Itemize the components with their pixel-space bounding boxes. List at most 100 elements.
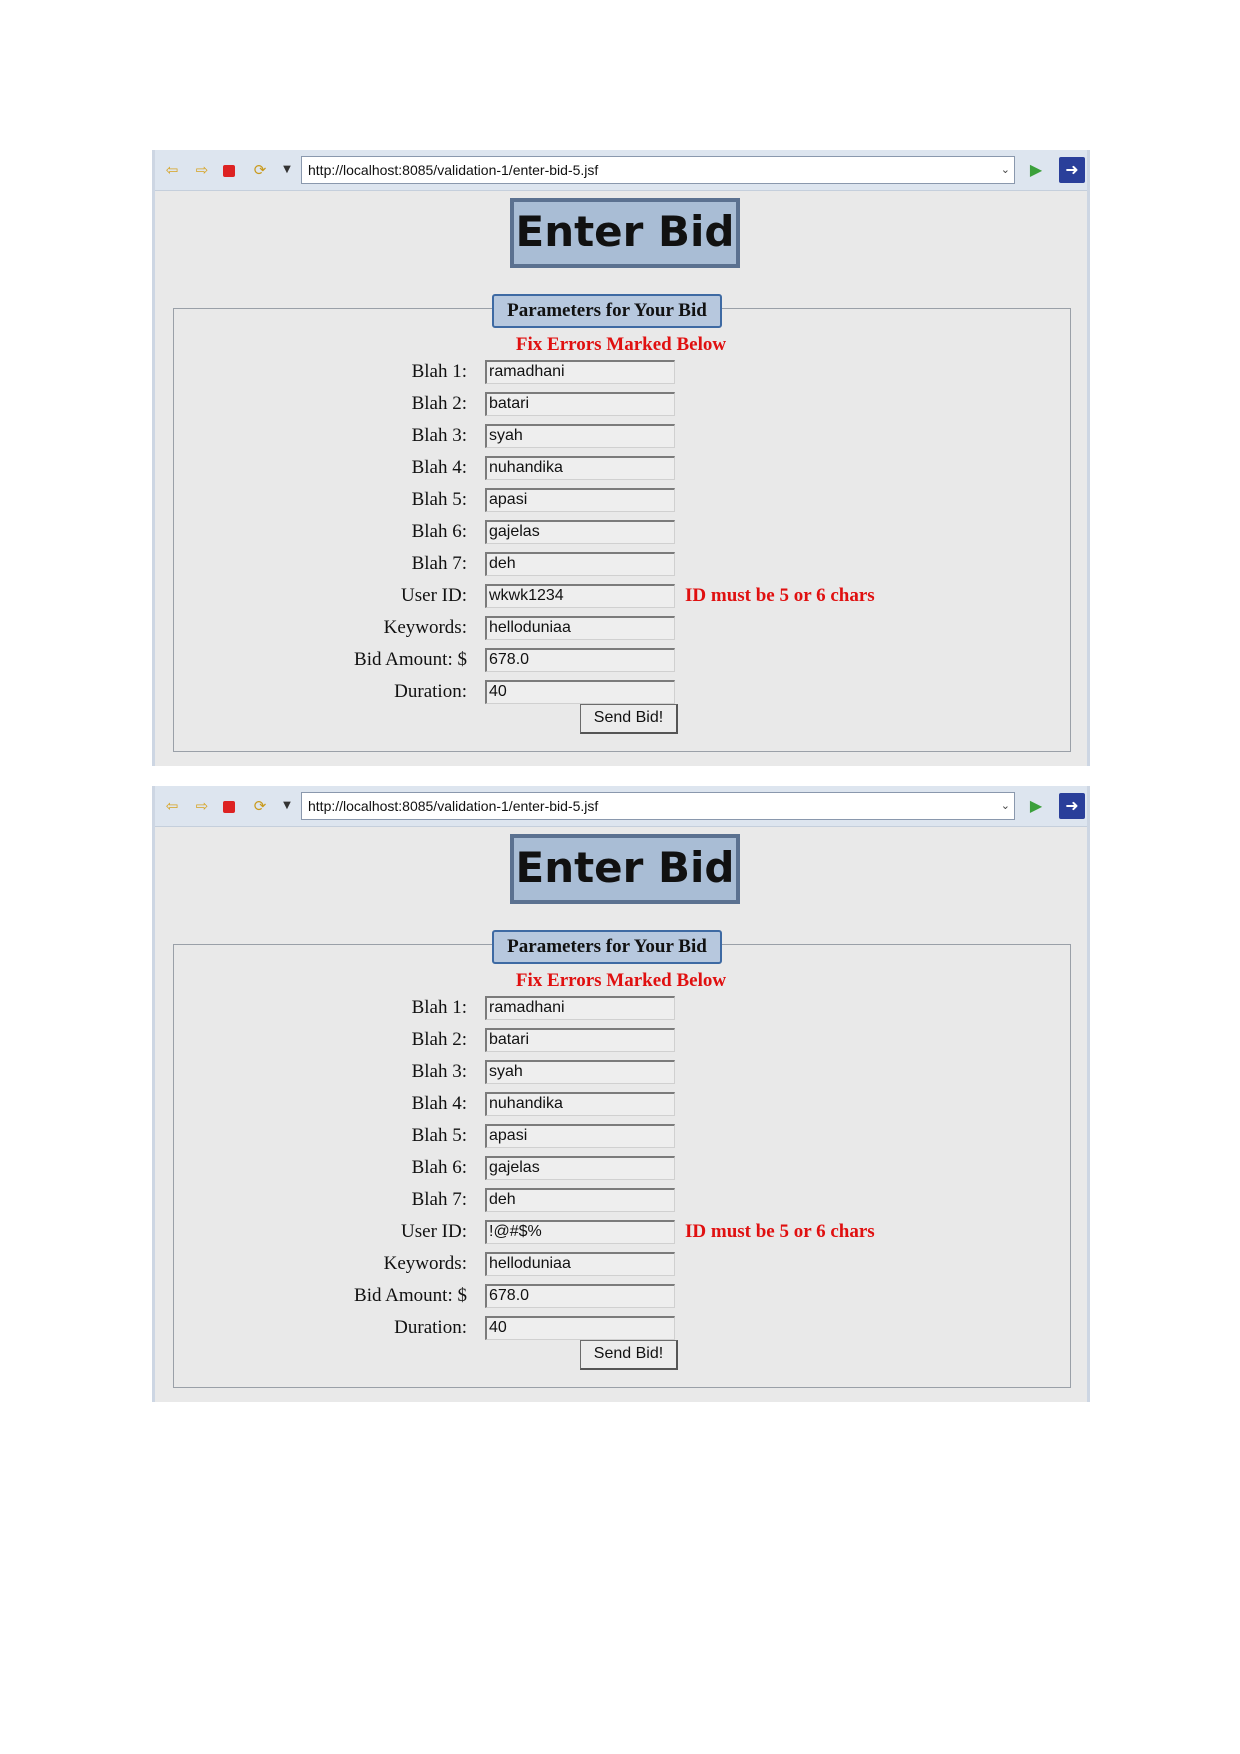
field-label: Blah 1: bbox=[411, 361, 467, 382]
field-label: Blah 7: bbox=[411, 553, 467, 574]
browser-screenshot-1: ⇦ ⇨ ⟳ ▼ http://localhost:8085/validation… bbox=[152, 150, 1090, 766]
form-row-user-id: User ID: wkwk1234 ID must be 5 or 6 char… bbox=[155, 582, 1087, 610]
blah1-input[interactable]: ramadhani bbox=[485, 360, 675, 384]
field-label: Duration: bbox=[394, 1317, 467, 1338]
page-title: Enter Bid bbox=[510, 198, 740, 268]
keywords-input[interactable]: helloduniaa bbox=[485, 616, 675, 640]
field-label: Bid Amount: $ bbox=[354, 649, 467, 670]
url-text: http://localhost:8085/validation-1/enter… bbox=[308, 162, 599, 178]
browser-toolbar: ⇦ ⇨ ⟳ ▼ http://localhost:8085/validation… bbox=[155, 786, 1087, 827]
field-label: Blah 7: bbox=[411, 1189, 467, 1210]
refresh-icon[interactable]: ⟳ bbox=[251, 798, 269, 814]
dropdown-arrow-icon[interactable]: ▼ bbox=[278, 162, 296, 178]
chevron-down-icon[interactable]: ⌄ bbox=[1001, 157, 1010, 183]
url-input[interactable]: http://localhost:8085/validation-1/enter… bbox=[301, 792, 1015, 820]
fieldset-legend: Parameters for Your Bid bbox=[492, 294, 722, 328]
blah3-input[interactable]: syah bbox=[485, 1060, 675, 1084]
form-row-blah4: Blah 4: nuhandika bbox=[155, 1090, 1087, 1118]
blah6-input[interactable]: gajelas bbox=[485, 520, 675, 544]
form-row-blah2: Blah 2: batari bbox=[155, 390, 1087, 418]
keywords-input[interactable]: helloduniaa bbox=[485, 1252, 675, 1276]
form-row-duration: Duration: 40 bbox=[155, 1314, 1087, 1342]
form-row-blah7: Blah 7: deh bbox=[155, 550, 1087, 578]
bid-amount-input[interactable]: 678.0 bbox=[485, 1284, 675, 1308]
user-id-input[interactable]: wkwk1234 bbox=[485, 584, 675, 608]
blah1-input[interactable]: ramadhani bbox=[485, 996, 675, 1020]
field-label: User ID: bbox=[401, 1221, 467, 1242]
url-input[interactable]: http://localhost:8085/validation-1/enter… bbox=[301, 156, 1015, 184]
form-row-blah2: Blah 2: batari bbox=[155, 1026, 1087, 1054]
send-bid-button[interactable]: Send Bid! bbox=[580, 1340, 678, 1370]
field-label: Blah 4: bbox=[411, 457, 467, 478]
field-label: Blah 5: bbox=[411, 1125, 467, 1146]
duration-input[interactable]: 40 bbox=[485, 680, 675, 704]
form-row-blah6: Blah 6: gajelas bbox=[155, 518, 1087, 546]
field-label: Blah 3: bbox=[411, 425, 467, 446]
field-label: Keywords: bbox=[383, 1253, 467, 1274]
form-row-blah5: Blah 5: apasi bbox=[155, 486, 1087, 514]
blah4-input[interactable]: nuhandika bbox=[485, 1092, 675, 1116]
browser-toolbar: ⇦ ⇨ ⟳ ▼ http://localhost:8085/validation… bbox=[155, 150, 1087, 191]
user-id-error-message: ID must be 5 or 6 chars bbox=[685, 585, 875, 606]
field-label: User ID: bbox=[401, 585, 467, 606]
blah3-input[interactable]: syah bbox=[485, 424, 675, 448]
form-row-keywords: Keywords: helloduniaa bbox=[155, 1250, 1087, 1278]
go-icon[interactable]: ▶ bbox=[1027, 798, 1045, 814]
blah7-input[interactable]: deh bbox=[485, 1188, 675, 1212]
field-label: Blah 6: bbox=[411, 1157, 467, 1178]
field-label: Blah 2: bbox=[411, 393, 467, 414]
error-heading: Fix Errors Marked Below bbox=[515, 334, 727, 355]
page-title: Enter Bid bbox=[510, 834, 740, 904]
chevron-down-icon[interactable]: ⌄ bbox=[1001, 793, 1010, 819]
user-id-error-message: ID must be 5 or 6 chars bbox=[685, 1221, 875, 1242]
form-row-duration: Duration: 40 bbox=[155, 678, 1087, 706]
blah4-input[interactable]: nuhandika bbox=[485, 456, 675, 480]
back-arrow-icon[interactable]: ⇦ bbox=[163, 162, 181, 178]
blah2-input[interactable]: batari bbox=[485, 392, 675, 416]
back-arrow-icon[interactable]: ⇦ bbox=[163, 798, 181, 814]
form-row-blah3: Blah 3: syah bbox=[155, 1058, 1087, 1086]
forward-arrow-icon[interactable]: ⇨ bbox=[193, 798, 211, 814]
form-row-bid-amount: Bid Amount: $ 678.0 bbox=[155, 1282, 1087, 1310]
form-row-blah6: Blah 6: gajelas bbox=[155, 1154, 1087, 1182]
form-row-blah3: Blah 3: syah bbox=[155, 422, 1087, 450]
field-label: Blah 4: bbox=[411, 1093, 467, 1114]
browser-screenshot-2: ⇦ ⇨ ⟳ ▼ http://localhost:8085/validation… bbox=[152, 786, 1090, 1402]
stop-icon[interactable] bbox=[223, 801, 235, 813]
bid-amount-input[interactable]: 678.0 bbox=[485, 648, 675, 672]
external-browser-icon[interactable]: ➜ bbox=[1059, 157, 1085, 183]
form-row-user-id: User ID: !@#$% ID must be 5 or 6 chars bbox=[155, 1218, 1087, 1246]
error-heading: Fix Errors Marked Below bbox=[515, 970, 727, 991]
form-row-blah7: Blah 7: deh bbox=[155, 1186, 1087, 1214]
blah5-input[interactable]: apasi bbox=[485, 488, 675, 512]
field-label: Bid Amount: $ bbox=[354, 1285, 467, 1306]
external-browser-icon[interactable]: ➜ bbox=[1059, 793, 1085, 819]
dropdown-arrow-icon[interactable]: ▼ bbox=[278, 798, 296, 814]
duration-input[interactable]: 40 bbox=[485, 1316, 675, 1340]
field-label: Blah 1: bbox=[411, 997, 467, 1018]
form-row-blah4: Blah 4: nuhandika bbox=[155, 454, 1087, 482]
form-row-blah5: Blah 5: apasi bbox=[155, 1122, 1087, 1150]
forward-arrow-icon[interactable]: ⇨ bbox=[193, 162, 211, 178]
url-text: http://localhost:8085/validation-1/enter… bbox=[308, 798, 599, 814]
fieldset-legend: Parameters for Your Bid bbox=[492, 930, 722, 964]
user-id-input[interactable]: !@#$% bbox=[485, 1220, 675, 1244]
form-row-bid-amount: Bid Amount: $ 678.0 bbox=[155, 646, 1087, 674]
field-label: Keywords: bbox=[383, 617, 467, 638]
blah7-input[interactable]: deh bbox=[485, 552, 675, 576]
form-row-keywords: Keywords: helloduniaa bbox=[155, 614, 1087, 642]
form-row-blah1: Blah 1: ramadhani bbox=[155, 358, 1087, 386]
form-row-blah1: Blah 1: ramadhani bbox=[155, 994, 1087, 1022]
send-bid-button[interactable]: Send Bid! bbox=[580, 704, 678, 734]
field-label: Blah 5: bbox=[411, 489, 467, 510]
field-label: Blah 2: bbox=[411, 1029, 467, 1050]
blah2-input[interactable]: batari bbox=[485, 1028, 675, 1052]
blah5-input[interactable]: apasi bbox=[485, 1124, 675, 1148]
blah6-input[interactable]: gajelas bbox=[485, 1156, 675, 1180]
field-label: Duration: bbox=[394, 681, 467, 702]
stop-icon[interactable] bbox=[223, 165, 235, 177]
go-icon[interactable]: ▶ bbox=[1027, 162, 1045, 178]
refresh-icon[interactable]: ⟳ bbox=[251, 162, 269, 178]
field-label: Blah 3: bbox=[411, 1061, 467, 1082]
field-label: Blah 6: bbox=[411, 521, 467, 542]
